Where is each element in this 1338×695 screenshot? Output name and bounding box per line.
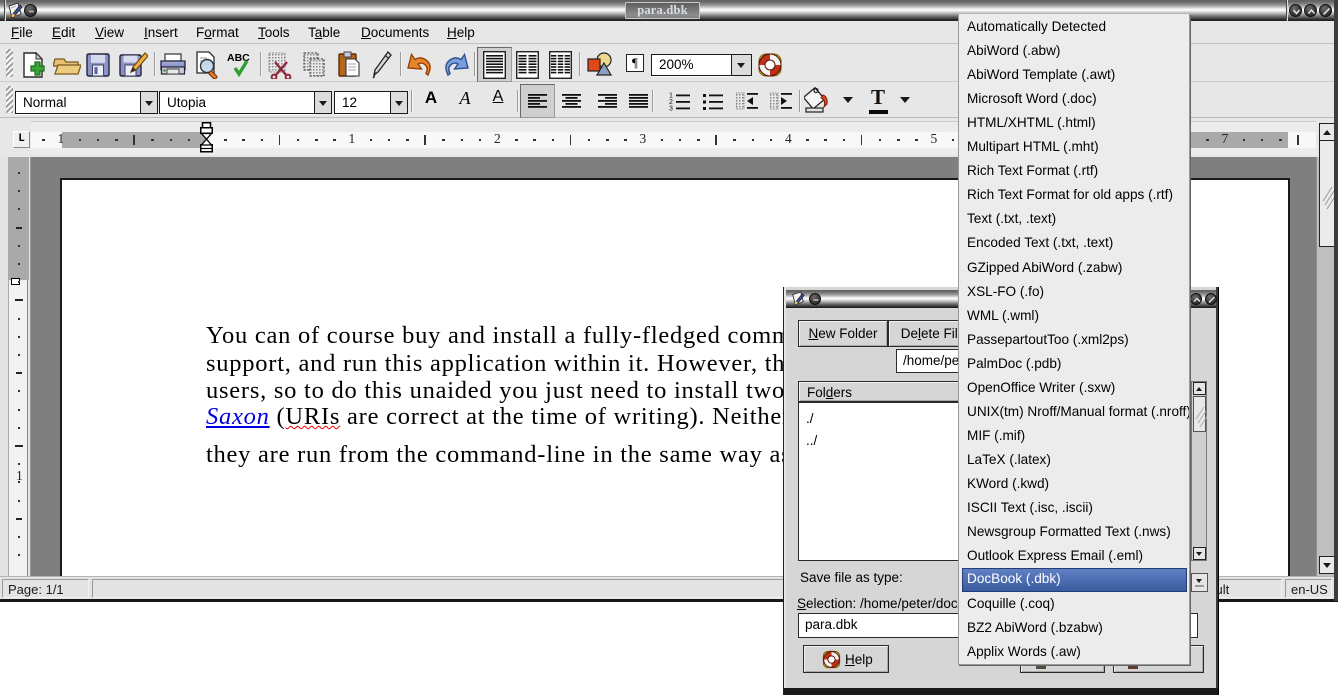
svg-text:3: 3 [669,106,673,113]
